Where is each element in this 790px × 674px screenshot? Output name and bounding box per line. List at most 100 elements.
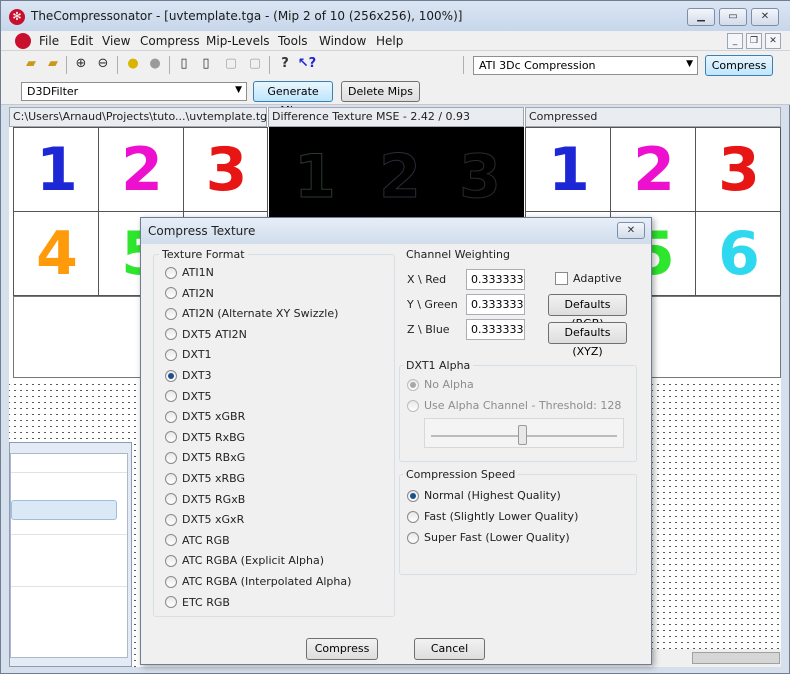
menu-mip-levels[interactable]: Mip-Levels (206, 34, 270, 48)
dialog-title: Compress Texture (148, 224, 256, 238)
generate-mips-button[interactable]: Generate Mips (253, 81, 333, 117)
menu-window[interactable]: Window (319, 34, 366, 48)
toolbar-separator (66, 56, 67, 74)
alpha-threshold-slider[interactable] (424, 418, 624, 448)
format-label: DXT5 RxBG (182, 430, 246, 444)
format-radio-atc-rgba-explicit-alpha[interactable]: ATC RGBA (Explicit Alpha) (165, 554, 324, 567)
format-radio-dxt3[interactable]: DXT3 (165, 369, 212, 382)
speed-normal-radio[interactable]: Normal (Highest Quality) (407, 489, 561, 502)
slider-thumb[interactable] (518, 425, 528, 445)
format-radio-dxt5[interactable]: DXT5 (165, 390, 212, 403)
blue-weight-input[interactable]: 0.333333 (466, 319, 525, 340)
format-radio-dxt1[interactable]: DXT1 (165, 348, 212, 361)
difference-texture: 1 2 3 (269, 127, 524, 231)
compressed-tile-2: 2 (610, 127, 696, 212)
lightbulb-on-icon[interactable]: ● (123, 54, 143, 74)
list-divider (11, 472, 127, 473)
context-help-icon[interactable]: ↖? (297, 54, 317, 74)
menu-bar: File Edit View Compress Mip-Levels Tools… (1, 31, 790, 51)
filter-select[interactable]: D3DFilter ▼ (21, 82, 247, 101)
delete-mips-button[interactable]: Delete Mips (341, 81, 420, 102)
scrollbar-thumb[interactable] (692, 652, 780, 664)
empty-area-right (652, 379, 781, 649)
mdi-restore-button[interactable]: ❐ (746, 33, 762, 49)
mip-up-icon[interactable]: ▯ (196, 54, 216, 74)
format-radio-dxt5-rbxg[interactable]: DXT5 RBxG (165, 451, 245, 464)
menu-tools[interactable]: Tools (278, 34, 308, 48)
list-divider (11, 586, 127, 587)
dialog-close-icon[interactable]: ✕ (617, 222, 645, 239)
format-label: DXT1 (182, 348, 212, 362)
lightbulb-off-icon[interactable]: ● (145, 54, 165, 74)
adaptive-checkbox[interactable] (555, 272, 568, 285)
defaults-rgb-button[interactable]: Defaults (RGB) (548, 294, 627, 330)
document-icon[interactable] (15, 33, 31, 49)
format-radio-ati1n[interactable]: ATI1N (165, 266, 214, 279)
chevron-down-icon: ▼ (235, 85, 242, 95)
tile-1: 1 (13, 127, 99, 212)
menu-file[interactable]: File (39, 34, 59, 48)
toolbar-separator (269, 56, 270, 74)
minimize-button[interactable]: ▁ (687, 8, 715, 26)
format-radio-atc-rgb[interactable]: ATC RGB (165, 534, 230, 547)
close-button[interactable]: ✕ (751, 8, 779, 26)
format-radio-atc-rgba-interpolated-alpha[interactable]: ATC RGBA (Interpolated Alpha) (165, 575, 351, 588)
format-radio-etc-rgb[interactable]: ETC RGB (165, 596, 230, 609)
dialog-compress-button[interactable]: Compress (306, 638, 378, 660)
mip-toolbar: D3DFilter▼ Generate Mips Delete Mips (1, 79, 790, 117)
format-label: DXT5 xGBR (182, 410, 246, 424)
format-radio-dxt5-xgxr[interactable]: DXT5 xGxR (165, 513, 244, 526)
format-label: ATC RGBA (Explicit Alpha) (182, 554, 324, 568)
menu-help[interactable]: Help (376, 34, 403, 48)
open-file-icon[interactable]: ▰ (43, 54, 63, 74)
format-radio-ati2n-alternate-xy-swizzle[interactable]: ATI2N (Alternate XY Swizzle) (165, 307, 338, 320)
dialog-cancel-button[interactable]: Cancel (414, 638, 485, 660)
red-weight-input[interactable]: 0.333333 (466, 269, 525, 290)
dialog-title-bar[interactable]: Compress Texture ✕ (141, 218, 651, 244)
blue-weight-label: Z \ Blue (407, 323, 450, 336)
background-window-list (10, 453, 128, 658)
speed-super-fast-radio[interactable]: Super Fast (Lower Quality) (407, 531, 570, 544)
use-alpha-channel-radio[interactable]: Use Alpha Channel - Threshold: 128 (407, 399, 621, 412)
zoom-out-icon[interactable]: ⊖ (93, 54, 113, 74)
tile-3: 3 (183, 127, 268, 212)
speed-fast-radio[interactable]: Fast (Slightly Lower Quality) (407, 510, 578, 523)
dxt1-alpha-label: DXT1 Alpha (403, 359, 474, 372)
menu-edit[interactable]: Edit (70, 34, 93, 48)
title-bar[interactable]: ✻ TheCompressonator - [uvtemplate.tga - … (1, 1, 790, 31)
green-weight-input[interactable]: 0.333333 (466, 294, 525, 315)
mdi-minimize-button[interactable]: _ (727, 33, 743, 49)
compressed-pane-header: Compressed (525, 107, 781, 127)
format-radio-dxt5-xgbr[interactable]: DXT5 xGBR (165, 410, 245, 423)
diff-tile-1: 1 (279, 137, 349, 217)
mip-down-icon[interactable]: ▯ (174, 54, 194, 74)
compression-type-select[interactable]: ATI 3Dc Compression ▼ (473, 56, 698, 75)
view-original-icon[interactable]: ▢ (221, 54, 241, 74)
difference-pane-header: Difference Texture MSE - 2.42 / 0.93 (268, 107, 524, 127)
format-radio-dxt5-rgxb[interactable]: DXT5 RGxB (165, 493, 245, 506)
red-weight-label: X \ Red (407, 273, 447, 286)
background-window (9, 442, 132, 667)
defaults-xyz-button[interactable]: Defaults (XYZ) (548, 322, 627, 358)
open-folder-icon[interactable]: ▰ (21, 54, 41, 74)
compressed-tile-3: 3 (695, 127, 781, 212)
no-alpha-radio[interactable]: No Alpha (407, 378, 474, 391)
horizontal-scrollbar[interactable] (652, 649, 781, 667)
texture-format-label: Texture Format (159, 248, 248, 261)
help-icon[interactable]: ? (275, 54, 295, 74)
main-toolbar: ▰ ▰ ⊕ ⊖ ● ● ▯ ▯ ▢ ▢ ? ↖? ATI 3Dc Compres… (1, 51, 790, 79)
format-radio-dxt5-ati2n[interactable]: DXT5 ATI2N (165, 328, 247, 341)
menu-view[interactable]: View (102, 34, 130, 48)
maximize-button[interactable]: ▭ (719, 8, 747, 26)
menu-compress[interactable]: Compress (140, 34, 200, 48)
format-radio-dxt5-rxbg[interactable]: DXT5 RxBG (165, 431, 245, 444)
view-compressed-icon[interactable]: ▢ (245, 54, 265, 74)
format-label: DXT5 xGxR (182, 513, 245, 527)
toolbar-compress-button[interactable]: Compress (705, 55, 773, 76)
list-item-selected[interactable] (11, 500, 117, 520)
format-radio-dxt5-xrbg[interactable]: DXT5 xRBG (165, 472, 245, 485)
adaptive-label: Adaptive (573, 272, 622, 285)
format-radio-ati2n[interactable]: ATI2N (165, 287, 214, 300)
mdi-close-button[interactable]: ✕ (765, 33, 781, 49)
zoom-in-icon[interactable]: ⊕ (71, 54, 91, 74)
